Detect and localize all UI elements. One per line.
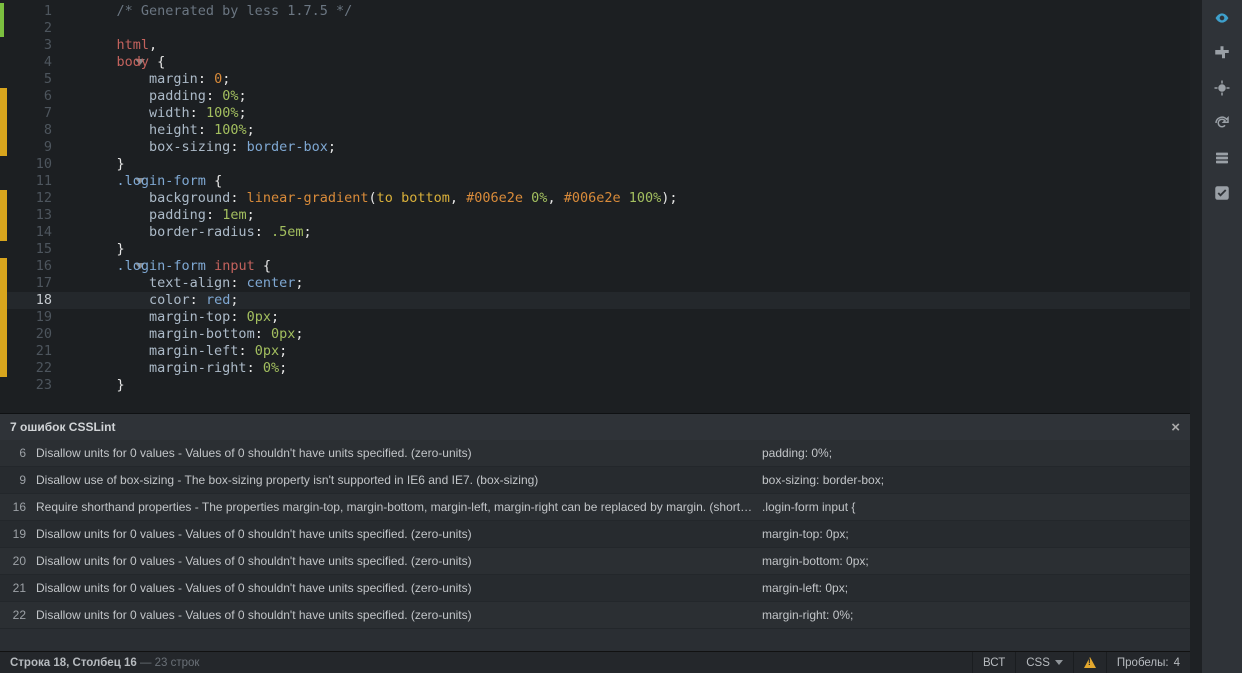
line-number[interactable]: 11 — [12, 173, 62, 190]
problem-line-number: 6 — [0, 446, 32, 460]
problem-row[interactable]: 9Disallow use of box-sizing - The box-si… — [0, 467, 1190, 494]
line-number[interactable]: 6 — [12, 88, 62, 105]
problem-message: Disallow units for 0 values - Values of … — [32, 554, 754, 568]
line-number[interactable]: 7 — [12, 105, 62, 122]
problem-message: Disallow use of box-sizing - The box-siz… — [32, 473, 754, 487]
status-bar: Строка 18, Столбец 16 — 23 строк ВСТ CSS… — [0, 651, 1190, 673]
problem-line-number: 16 — [0, 500, 32, 514]
line-number[interactable]: 19 — [12, 309, 62, 326]
problem-row[interactable]: 20Disallow units for 0 values - Values o… — [0, 548, 1190, 575]
server-icon[interactable] — [1212, 148, 1232, 168]
problem-line-number: 21 — [0, 581, 32, 595]
problem-snippet: .login-form input { — [754, 500, 855, 514]
problem-message: Disallow units for 0 values - Values of … — [32, 608, 754, 622]
line-number[interactable]: 8 — [12, 122, 62, 139]
insert-mode-indicator[interactable]: ВСТ — [972, 652, 1015, 673]
problem-snippet: padding: 0%; — [754, 446, 832, 460]
line-number[interactable]: 14 — [12, 224, 62, 241]
problem-line-number: 20 — [0, 554, 32, 568]
line-number[interactable]: 10 — [12, 156, 62, 173]
problem-row[interactable]: 16Require shorthand properties - The pro… — [0, 494, 1190, 521]
line-number[interactable]: 18 — [12, 292, 62, 309]
vertical-scrollbar[interactable] — [1190, 0, 1202, 673]
debug-icon[interactable] — [1212, 78, 1232, 98]
code-area[interactable]: /* Generated by less 1.7.5 */ html, body… — [62, 0, 1190, 394]
problems-panel-header: 7 ошибок CSSLint × — [0, 414, 1190, 440]
app-root: 1234567891011121314151617181920212223 /*… — [0, 0, 1242, 673]
line-number[interactable]: 5 — [12, 71, 62, 88]
cursor-position[interactable]: Строка 18, Столбец 16 — 23 строк — [0, 657, 972, 669]
main-column: 1234567891011121314151617181920212223 /*… — [0, 0, 1190, 673]
problem-message: Disallow units for 0 values - Values of … — [32, 581, 754, 595]
close-icon[interactable]: × — [1171, 419, 1180, 436]
line-number[interactable]: 23 — [12, 377, 62, 394]
line-number[interactable]: 22 — [12, 360, 62, 377]
problem-line-number: 19 — [0, 527, 32, 541]
line-number[interactable]: 20 — [12, 326, 62, 343]
checkbox-icon[interactable] — [1212, 183, 1232, 203]
problem-snippet: box-sizing: border-box; — [754, 473, 884, 487]
problem-line-number: 22 — [0, 608, 32, 622]
lint-status[interactable] — [1073, 652, 1106, 673]
indentation-setting[interactable]: Пробелы: 4 — [1106, 652, 1190, 673]
problem-row[interactable]: 21Disallow units for 0 values - Values o… — [0, 575, 1190, 602]
line-number[interactable]: 16 — [12, 258, 62, 275]
problem-message: Disallow units for 0 values - Values of … — [32, 446, 754, 460]
problem-message: Require shorthand properties - The prope… — [32, 500, 754, 514]
problems-panel: 7 ошибок CSSLint × 6Disallow units for 0… — [0, 413, 1190, 651]
line-number[interactable]: 2 — [12, 20, 62, 37]
line-number[interactable]: 21 — [12, 343, 62, 360]
right-toolbar — [1202, 0, 1242, 673]
problems-list[interactable]: 6Disallow units for 0 values - Values of… — [0, 440, 1190, 651]
code-editor[interactable]: 1234567891011121314151617181920212223 /*… — [0, 0, 1190, 413]
line-number[interactable]: 12 — [12, 190, 62, 207]
problems-panel-title: 7 ошибок CSSLint — [10, 420, 115, 434]
live-preview-icon[interactable] — [1212, 8, 1232, 28]
line-number[interactable]: 15 — [12, 241, 62, 258]
problem-message: Disallow units for 0 values - Values of … — [32, 527, 754, 541]
line-count: — 23 строк — [137, 657, 200, 669]
problem-row[interactable]: 6Disallow units for 0 values - Values of… — [0, 440, 1190, 467]
cursor-position-value: Строка 18, Столбец 16 — [10, 657, 137, 669]
line-number[interactable]: 4 — [12, 54, 62, 71]
line-number[interactable]: 1 — [12, 3, 62, 20]
chevron-down-icon — [1055, 660, 1063, 665]
problem-line-number: 9 — [0, 473, 32, 487]
line-number[interactable]: 3 — [12, 37, 62, 54]
extension-icon[interactable] — [1212, 43, 1232, 63]
problem-row[interactable]: 19Disallow units for 0 values - Values o… — [0, 521, 1190, 548]
line-number[interactable]: 17 — [12, 275, 62, 292]
problem-snippet: margin-left: 0px; — [754, 581, 848, 595]
problem-row[interactable]: 22Disallow units for 0 values - Values o… — [0, 602, 1190, 629]
line-number[interactable]: 13 — [12, 207, 62, 224]
language-mode[interactable]: CSS — [1015, 652, 1073, 673]
problem-snippet: margin-right: 0%; — [754, 608, 853, 622]
warning-icon — [1084, 657, 1096, 668]
problem-snippet: margin-top: 0px; — [754, 527, 849, 541]
line-number[interactable]: 9 — [12, 139, 62, 156]
status-right: ВСТ CSS Пробелы: 4 — [972, 652, 1190, 673]
refresh-icon[interactable] — [1212, 113, 1232, 133]
gutter[interactable]: 1234567891011121314151617181920212223 — [0, 0, 62, 413]
problem-snippet: margin-bottom: 0px; — [754, 554, 869, 568]
